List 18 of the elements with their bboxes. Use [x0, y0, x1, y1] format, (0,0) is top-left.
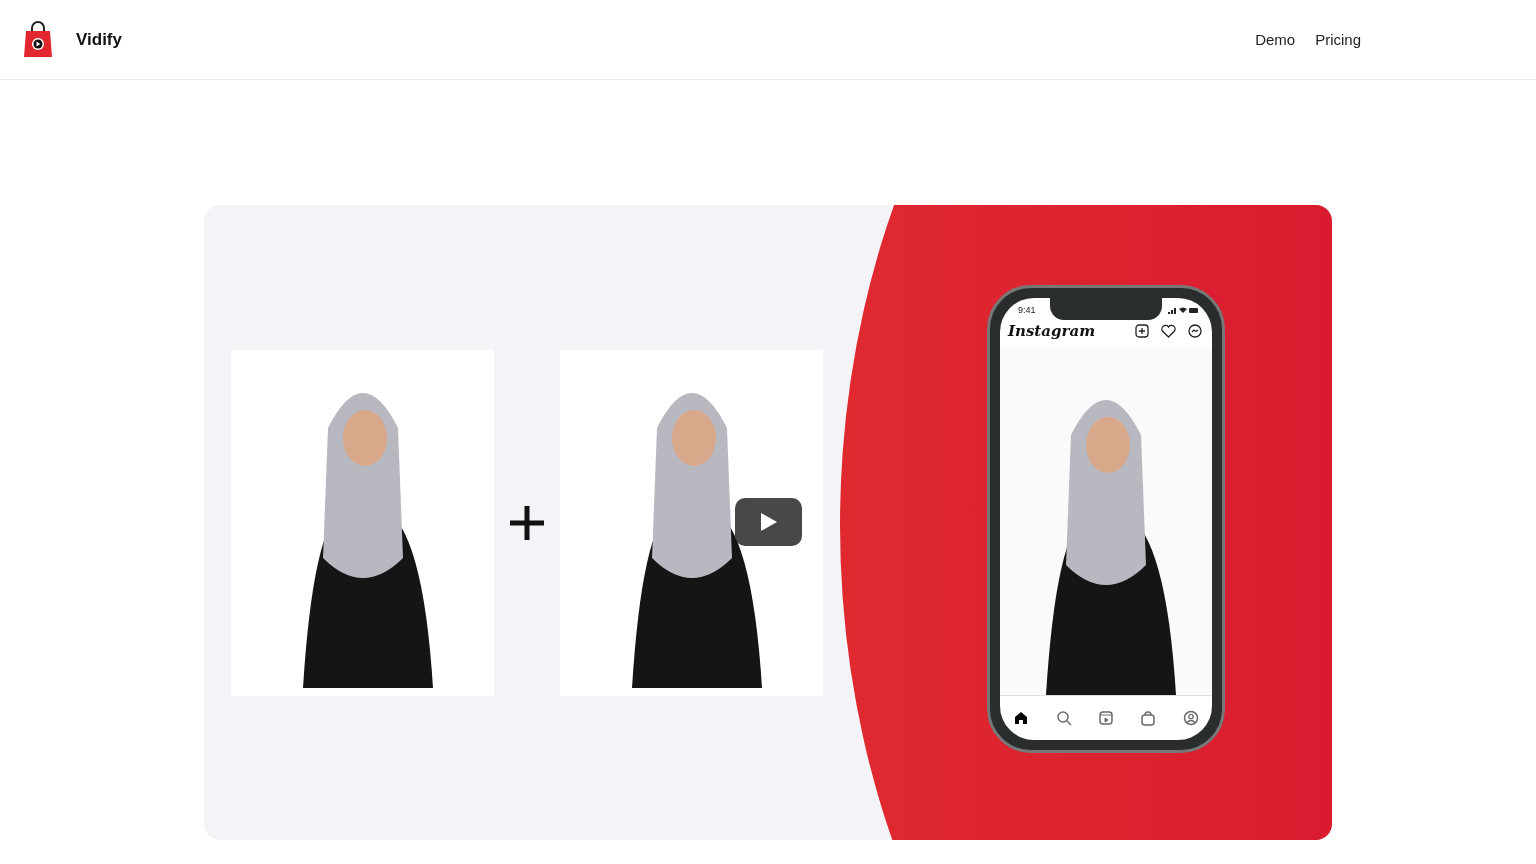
play-button[interactable] — [735, 497, 802, 546]
messenger-icon — [1188, 324, 1202, 338]
heart-icon — [1161, 324, 1176, 338]
nav-link[interactable]: Demo — [1255, 31, 1296, 48]
search-icon — [1055, 710, 1072, 726]
home-icon — [1013, 710, 1030, 726]
status-time: 9:41 — [1018, 305, 1036, 315]
brand-name: Vidify — [76, 29, 122, 50]
nav-link[interactable]: Pricing — [1315, 31, 1361, 48]
status-icons-icon — [1168, 306, 1198, 314]
plus-icon — [508, 503, 546, 542]
profile-icon — [1182, 710, 1199, 726]
add-icon — [1135, 324, 1149, 338]
bag-icon — [1140, 710, 1157, 726]
app-title: Instagram — [1008, 322, 1095, 340]
video-icon — [1097, 710, 1114, 726]
shopping-bag-logo-icon — [24, 21, 52, 58]
play-icon — [759, 511, 778, 532]
